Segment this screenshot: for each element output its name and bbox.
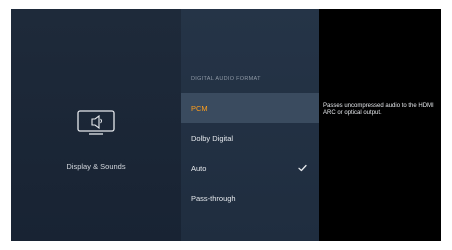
options-pane: DIGITAL AUDIO FORMAT PCM Dolby Digital A… [181, 9, 319, 241]
option-description: Passes uncompressed audio to the HDMI AR… [323, 103, 434, 116]
tv-speaker-icon [77, 110, 115, 135]
option-label: Pass-through [191, 193, 236, 203]
category-pane: Display & Sounds [11, 9, 181, 241]
option-pcm[interactable]: PCM [181, 93, 319, 123]
option-label: PCM [191, 103, 208, 113]
section-heading: DIGITAL AUDIO FORMAT [191, 76, 261, 82]
option-pass-through[interactable]: Pass-through [181, 183, 319, 213]
option-label: Auto [191, 163, 207, 173]
category-label: Display & Sounds [66, 162, 126, 171]
checkmark-icon [298, 164, 307, 172]
screen: Display & Sounds DIGITAL AUDIO FORMAT PC… [0, 0, 452, 250]
option-auto[interactable]: Auto [181, 153, 319, 183]
option-label: Dolby Digital [191, 133, 234, 143]
option-dolby-digital[interactable]: Dolby Digital [181, 123, 319, 153]
tv-frame: Display & Sounds DIGITAL AUDIO FORMAT PC… [11, 9, 441, 241]
description-pane: Passes uncompressed audio to the HDMI AR… [319, 9, 441, 241]
